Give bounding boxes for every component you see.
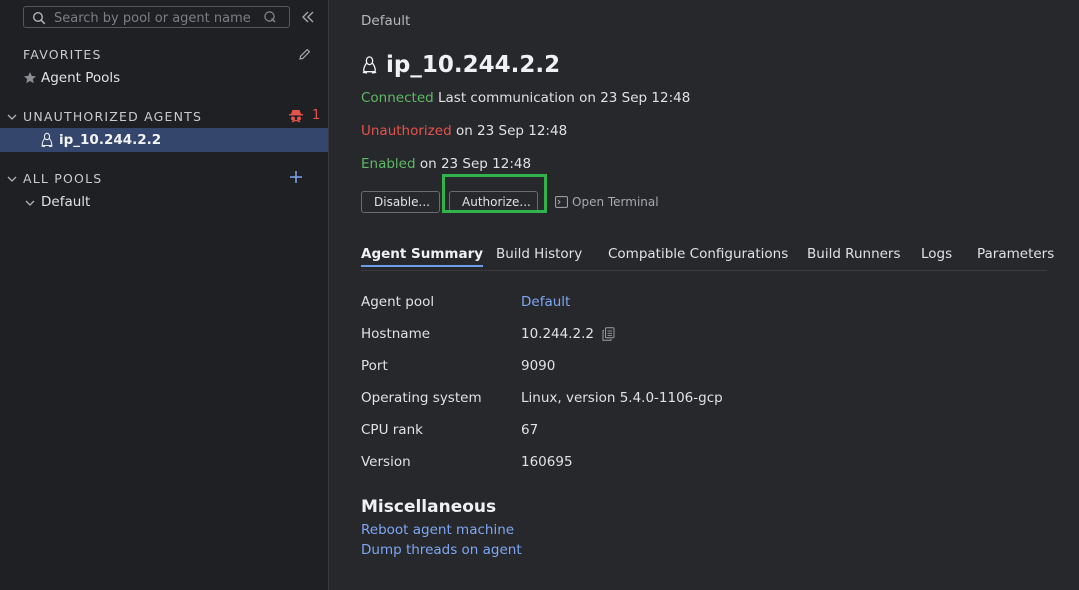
tab-build-history[interactable]: Build History (496, 246, 582, 262)
tab-agent-summary[interactable]: Agent Summary (361, 246, 484, 267)
copy-icon[interactable] (602, 327, 615, 341)
sidebar: FAVORITES Agent Pools UNAUTHORIZED AGENT… (0, 0, 329, 590)
tab-parameters[interactable]: Parameters (977, 246, 1054, 262)
tab-build-runners[interactable]: Build Runners (807, 246, 901, 262)
summary-label-version: Version (361, 454, 411, 470)
star-icon (24, 72, 36, 84)
unauthorized-agent-spy-icon (289, 110, 303, 123)
summary-label-hostname: Hostname (361, 326, 431, 342)
favorites-section-title: FAVORITES (23, 47, 102, 62)
miscellaneous-heading: Miscellaneous (361, 497, 497, 517)
open-terminal-link[interactable]: Open Terminal (555, 195, 659, 209)
os-value: Linux, version 5.4.0-1106-gcp (521, 390, 723, 406)
summary-label-cpu-rank: CPU rank (361, 422, 423, 438)
query-language-icon[interactable] (263, 10, 277, 24)
all-pools-section-title[interactable]: ALL POOLS (23, 171, 102, 186)
add-pool-plus-icon[interactable] (289, 170, 303, 184)
port-value: 9090 (521, 358, 556, 374)
agent-name: ip_10.244.2.2 (386, 52, 561, 78)
linux-tux-icon (41, 132, 53, 148)
connection-status: Connected Last communication on 23 Sep 1… (361, 90, 690, 106)
sidebar-item-agent-ip_10.244.2.2[interactable]: ip_10.244.2.2 (59, 132, 161, 148)
agent-tabs: Agent Summary Build History Compatible C… (361, 244, 1054, 271)
unauthorized-agents-section-title[interactable]: UNAUTHORIZED AGENTS (23, 109, 202, 124)
unauthorized-date-text: on 23 Sep 12:48 (455, 123, 568, 139)
chevron-down-icon[interactable] (7, 174, 17, 184)
unauthorized-status-label: Unauthorized (361, 123, 452, 139)
cpu-rank-value: 67 (521, 422, 539, 438)
reboot-agent-link[interactable]: Reboot agent machine (361, 522, 514, 538)
dump-threads-link[interactable]: Dump threads on agent (361, 542, 522, 558)
open-terminal-label: Open Terminal (572, 195, 659, 209)
authorize-button[interactable]: Authorize... (449, 191, 538, 213)
breadcrumb[interactable]: Default (361, 13, 410, 29)
disable-button[interactable]: Disable... (361, 191, 440, 213)
edit-pencil-icon[interactable] (297, 47, 312, 62)
hostname-value: 10.244.2.2 (521, 326, 594, 342)
sidebar-item-pool-default[interactable]: Default (41, 194, 90, 210)
search-box[interactable] (23, 6, 290, 28)
summary-label-port: Port (361, 358, 388, 374)
terminal-icon (555, 196, 568, 208)
chevron-down-icon[interactable] (25, 198, 35, 208)
enabled-status: Enabled on 23 Sep 12:48 (361, 156, 531, 172)
main-content: Default ip_10.244.2.2 Connected Last com… (329, 0, 1079, 590)
tab-compatible-configurations[interactable]: Compatible Configurations (608, 246, 788, 262)
authorization-status: Unauthorized on 23 Sep 12:48 (361, 123, 567, 139)
enabled-status-label: Enabled (361, 156, 416, 172)
search-input[interactable] (52, 8, 256, 28)
chevron-down-icon[interactable] (7, 112, 17, 122)
search-icon (32, 11, 46, 25)
hostname-value-row: 10.244.2.2 (521, 326, 615, 342)
summary-label-agent-pool: Agent pool (361, 294, 435, 310)
last-communication-text: Last communication on 23 Sep 12:48 (438, 90, 691, 106)
summary-label-os: Operating system (361, 390, 482, 406)
version-value: 160695 (521, 454, 573, 470)
unauthorized-count-badge: 1 (312, 108, 321, 123)
linux-tux-icon (362, 56, 377, 74)
tab-logs[interactable]: Logs (921, 246, 952, 262)
collapse-sidebar-icon[interactable] (300, 9, 316, 25)
page-title: ip_10.244.2.2 (361, 52, 560, 78)
connected-status-label: Connected (361, 90, 434, 106)
sidebar-item-agent-pools[interactable]: Agent Pools (41, 70, 120, 86)
enabled-date-text: on 23 Sep 12:48 (419, 156, 532, 172)
agent-pool-link[interactable]: Default (521, 294, 570, 310)
